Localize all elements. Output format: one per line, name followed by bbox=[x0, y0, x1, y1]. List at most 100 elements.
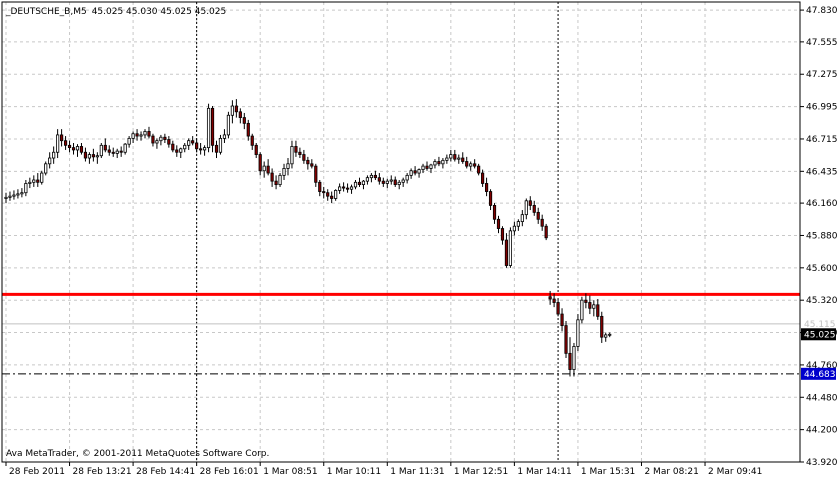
candle-body bbox=[310, 163, 314, 167]
candle-body bbox=[87, 154, 91, 159]
candle-body bbox=[488, 191, 493, 206]
candle-body bbox=[512, 225, 516, 232]
chart-background bbox=[0, 0, 837, 480]
candle-body bbox=[334, 189, 338, 199]
candle-body bbox=[365, 177, 370, 182]
candle-body bbox=[246, 122, 250, 137]
y-tick-label: 44.480 bbox=[806, 393, 837, 403]
candle-body bbox=[16, 193, 20, 196]
candle-body bbox=[274, 180, 278, 186]
candle-body bbox=[258, 154, 262, 172]
candle-body bbox=[83, 151, 88, 159]
candle-body bbox=[397, 181, 401, 186]
candle-body bbox=[75, 146, 80, 151]
candle-body bbox=[349, 186, 354, 190]
y-tick-label: 44.200 bbox=[806, 426, 837, 436]
x-tick-label: 1 Mar 14:11 bbox=[517, 467, 571, 477]
candle-body bbox=[63, 140, 68, 146]
candle-body bbox=[413, 170, 417, 174]
candle-body bbox=[147, 131, 151, 137]
candle bbox=[226, 111, 231, 139]
x-tick-label: 28 Feb 13:21 bbox=[73, 467, 132, 477]
price-label: 45.115 bbox=[801, 317, 836, 330]
candle bbox=[278, 173, 282, 187]
candle-body bbox=[71, 147, 76, 151]
candle-body bbox=[195, 142, 199, 150]
candle-body bbox=[238, 111, 242, 118]
candle-body bbox=[8, 195, 12, 198]
candle-body bbox=[56, 134, 60, 153]
candle-body bbox=[40, 172, 44, 183]
candle-body bbox=[604, 334, 608, 338]
y-tick-label: 47.275 bbox=[806, 70, 837, 80]
candle-body bbox=[12, 194, 16, 197]
candle-body bbox=[568, 352, 572, 370]
candle-body bbox=[91, 154, 95, 158]
candle-body bbox=[588, 302, 592, 309]
x-tick-label: 1 Mar 12:51 bbox=[454, 467, 508, 477]
candle-body bbox=[377, 177, 381, 182]
candle-body bbox=[596, 304, 600, 317]
candle-body bbox=[163, 136, 167, 140]
candle-body bbox=[20, 192, 24, 195]
copyright-text: Ava MetaTrader, © 2001-2011 MetaQuotes S… bbox=[6, 449, 269, 459]
candle-body bbox=[318, 181, 322, 192]
candle bbox=[576, 314, 580, 352]
chart-header: _DEUTSCHE_B,M5 45.025 45.030 45.025 45.02… bbox=[5, 7, 226, 17]
candle-body bbox=[282, 168, 286, 176]
candle-body bbox=[342, 186, 346, 189]
x-tick-label: 1 Mar 15:31 bbox=[581, 467, 635, 477]
candle-body bbox=[270, 172, 274, 182]
x-tick-label: 2 Mar 09:41 bbox=[708, 467, 762, 477]
candle-body bbox=[584, 299, 588, 303]
candle-body bbox=[302, 154, 306, 161]
candle-body bbox=[508, 230, 513, 266]
candle bbox=[40, 170, 44, 185]
candle-body bbox=[32, 179, 36, 183]
candle-body bbox=[504, 239, 509, 266]
candle-body bbox=[608, 333, 612, 336]
y-axis: 47.830 47.555 47.275 46.995 46.715 46.435 46.1… bbox=[800, 6, 837, 468]
candle bbox=[544, 223, 548, 241]
candle-body bbox=[24, 183, 28, 194]
candle-body bbox=[353, 181, 358, 188]
candle-body bbox=[266, 165, 270, 174]
candle-body bbox=[552, 298, 556, 303]
candle-body bbox=[357, 181, 362, 186]
chart-svg[interactable]: 47.830 47.555 47.275 46.995 46.715 46.435 46.1… bbox=[0, 0, 837, 480]
candle-body bbox=[48, 157, 52, 165]
candle-body bbox=[210, 107, 215, 146]
candle-body bbox=[314, 165, 318, 183]
candle-body bbox=[389, 179, 393, 182]
candle-body bbox=[127, 137, 131, 145]
candle-body bbox=[500, 228, 505, 241]
y-tick-label: 45.880 bbox=[806, 231, 837, 241]
candle-body bbox=[294, 146, 298, 153]
candle-body bbox=[445, 157, 449, 161]
candle-body bbox=[171, 143, 175, 151]
candle-body bbox=[183, 144, 187, 150]
candle-body bbox=[417, 169, 421, 174]
candle-body bbox=[290, 146, 294, 165]
x-tick-label: 2 Mar 08:21 bbox=[644, 467, 698, 477]
candle-body bbox=[481, 172, 485, 184]
candle-body bbox=[441, 159, 445, 165]
candle bbox=[44, 161, 48, 176]
candle-body bbox=[175, 149, 179, 153]
candle-body bbox=[4, 196, 8, 199]
candle-body bbox=[421, 165, 425, 170]
y-tick-label: 45.600 bbox=[806, 264, 837, 274]
candle-body bbox=[548, 296, 552, 300]
candle-body bbox=[60, 134, 64, 142]
candle-body bbox=[465, 161, 469, 167]
candle-body bbox=[345, 187, 350, 190]
candle-body bbox=[453, 154, 457, 160]
candle-body bbox=[560, 313, 564, 327]
candle-body bbox=[286, 163, 290, 169]
symbol-label: _DEUTSCHE_B,M5 bbox=[5, 7, 87, 17]
candle-body bbox=[600, 315, 604, 338]
candle-body bbox=[234, 105, 238, 113]
candle-body bbox=[524, 200, 528, 216]
candle-body bbox=[250, 135, 254, 146]
candle-body bbox=[520, 214, 524, 222]
